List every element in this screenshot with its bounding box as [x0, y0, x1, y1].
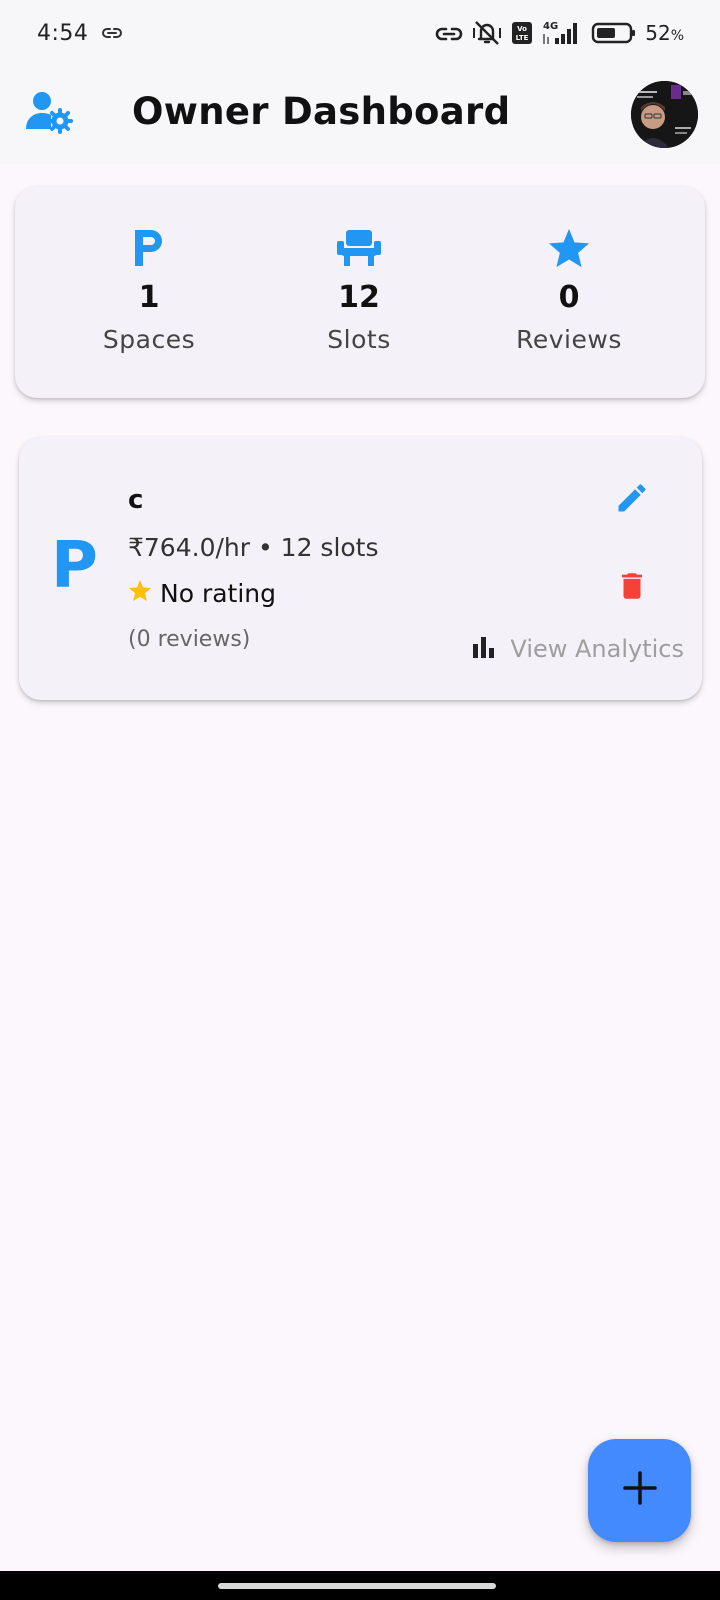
status-time: 4:54	[37, 20, 89, 46]
chair-icon	[336, 224, 382, 272]
svg-text:4G: 4G	[543, 21, 558, 32]
vibrate-mute-icon	[471, 19, 503, 47]
edit-icon	[614, 480, 650, 521]
stat-label: Reviews	[516, 325, 622, 354]
volte-icon: Vo LTE	[511, 21, 533, 45]
rating-text: No rating	[160, 579, 277, 608]
add-icon	[622, 1470, 658, 1511]
stat-value: 12	[338, 280, 380, 315]
status-bar: 4:54 Vo LTE 4G 52%	[0, 0, 720, 66]
stat-label: Spaces	[102, 325, 196, 354]
space-name: c	[128, 485, 144, 515]
system-nav-bar	[0, 1571, 720, 1600]
battery-icon	[591, 21, 637, 45]
parking-icon	[132, 224, 166, 272]
stat-slots: 12 Slots	[269, 224, 449, 354]
delete-icon	[615, 567, 649, 610]
stats-card: 1 Spaces 12 Slots 0 Reviews	[15, 186, 705, 398]
view-analytics-label: View Analytics	[510, 635, 684, 663]
add-space-fab[interactable]	[588, 1439, 691, 1542]
space-reviews: (0 reviews)	[128, 627, 251, 652]
stat-spaces: 1 Spaces	[59, 224, 239, 354]
battery-percent: 52%	[645, 21, 684, 45]
rating-star-icon	[128, 579, 152, 608]
space-rating: No rating	[128, 579, 276, 608]
view-analytics-button[interactable]: View Analytics	[472, 635, 684, 663]
stat-reviews: 0 Reviews	[479, 224, 659, 354]
svg-text:LTE: LTE	[516, 34, 529, 42]
link-icon	[102, 26, 123, 40]
page-title: Owner Dashboard	[132, 90, 511, 133]
stat-value: 1	[138, 280, 160, 315]
avatar[interactable]	[631, 81, 698, 148]
signal-icon: 4G	[541, 20, 583, 46]
parking-letter-icon: P	[51, 529, 98, 603]
delete-button[interactable]	[609, 565, 655, 611]
stat-label: Slots	[327, 325, 391, 354]
stat-value: 0	[558, 280, 580, 315]
edit-button[interactable]	[609, 477, 655, 523]
manage-accounts-icon	[25, 91, 75, 140]
manage-accounts-button[interactable]	[22, 90, 78, 140]
star-icon	[547, 224, 591, 272]
home-gesture-handle[interactable]	[218, 1583, 496, 1589]
hotspot-icon	[435, 20, 463, 46]
space-price: ₹764.0/hr • 12 slots	[128, 533, 379, 562]
bar-chart-icon	[472, 636, 496, 663]
svg-text:Vo: Vo	[517, 25, 527, 33]
app-bar: Owner Dashboard	[0, 66, 720, 164]
parking-space-card[interactable]: P c ₹764.0/hr • 12 slots No rating (0 re…	[19, 437, 702, 700]
